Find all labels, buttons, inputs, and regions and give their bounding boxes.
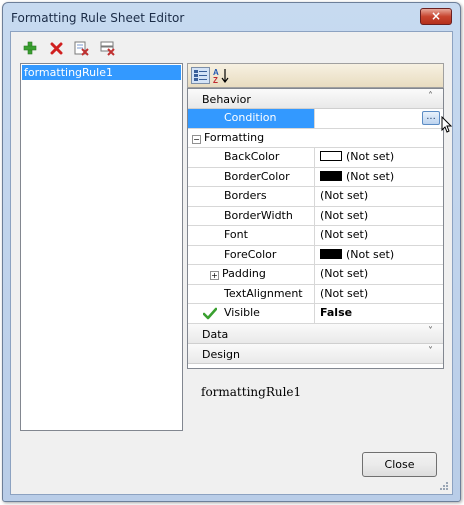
category-label: Behavior bbox=[202, 93, 251, 106]
property-padding[interactable]: + Padding (Not set) bbox=[188, 265, 443, 285]
category-label: Data bbox=[202, 328, 229, 341]
property-name: ForeColor bbox=[188, 245, 315, 264]
property-value[interactable]: (Not set) bbox=[316, 207, 443, 226]
property-borders[interactable]: Borders (Not set) bbox=[188, 187, 443, 207]
delete-list-icon bbox=[74, 41, 89, 56]
chevron-up-icon[interactable]: ˄ bbox=[428, 91, 433, 102]
category-data[interactable]: Data ˅ bbox=[188, 324, 443, 344]
chevron-down-icon[interactable]: ˅ bbox=[428, 326, 433, 337]
property-name: Condition bbox=[188, 109, 315, 128]
property-grid-toolbar: A Z bbox=[187, 63, 444, 88]
title-bar[interactable]: Formatting Rule Sheet Editor × bbox=[3, 3, 460, 31]
alphabetical-view-button[interactable]: A Z bbox=[212, 67, 231, 85]
category-behavior[interactable]: Behavior ˄ bbox=[188, 89, 443, 109]
purge-rules-button[interactable] bbox=[97, 38, 119, 58]
color-swatch bbox=[320, 170, 342, 181]
color-swatch bbox=[320, 151, 342, 161]
category-design[interactable]: Design ˅ bbox=[188, 344, 443, 364]
svg-text:Z: Z bbox=[213, 76, 218, 84]
remove-rule-button[interactable] bbox=[45, 38, 67, 58]
remove-unused-button[interactable] bbox=[71, 38, 93, 58]
property-textalignment[interactable]: TextAlignment (Not set) bbox=[188, 284, 443, 304]
category-label: Design bbox=[202, 348, 240, 361]
chevron-down-icon[interactable]: ˅ bbox=[428, 346, 433, 357]
list-item[interactable]: formattingRule1 bbox=[22, 65, 181, 80]
purge-icon bbox=[100, 41, 115, 56]
resize-grip-icon[interactable] bbox=[439, 481, 449, 491]
rules-toolbar bbox=[19, 38, 119, 58]
expand-icon[interactable]: + bbox=[210, 271, 219, 280]
window-close-button[interactable]: × bbox=[420, 8, 452, 25]
property-value[interactable]: False bbox=[316, 304, 443, 323]
property-value[interactable]: (Not set) bbox=[316, 187, 443, 206]
property-font[interactable]: Font (Not set) bbox=[188, 226, 443, 246]
dialog-client-area: formattingRule1 A Z Behavior ˄ Condition… bbox=[10, 31, 453, 495]
property-bordercolor[interactable]: BorderColor (Not set) bbox=[188, 167, 443, 187]
categorized-view-button[interactable] bbox=[191, 67, 210, 84]
sort-az-icon: A Z bbox=[213, 68, 229, 85]
property-name: + Padding bbox=[188, 265, 315, 284]
property-value[interactable]: (Not set) bbox=[316, 226, 443, 245]
property-backcolor[interactable]: BackColor (Not set) bbox=[188, 148, 443, 168]
color-swatch bbox=[320, 248, 342, 259]
property-name: Borders bbox=[188, 187, 315, 206]
window-title: Formatting Rule Sheet Editor bbox=[11, 11, 185, 25]
property-value[interactable]: (Not set) bbox=[316, 265, 443, 284]
property-borderwidth[interactable]: BorderWidth (Not set) bbox=[188, 206, 443, 226]
x-icon bbox=[50, 42, 62, 54]
property-name: Font bbox=[188, 226, 315, 245]
checkmark-icon bbox=[203, 307, 217, 320]
property-name: BorderWidth bbox=[188, 206, 315, 225]
property-value[interactable]: (Not set) bbox=[316, 246, 443, 265]
add-rule-button[interactable] bbox=[19, 38, 41, 58]
collapse-icon[interactable]: − bbox=[192, 134, 201, 144]
property-condition[interactable]: Condition ... bbox=[188, 109, 453, 133]
property-name: − Formatting bbox=[192, 130, 265, 144]
property-value[interactable]: (Not set) bbox=[316, 285, 443, 304]
property-name: Visible bbox=[188, 304, 315, 323]
ellipsis-button[interactable]: ... bbox=[422, 111, 440, 125]
plus-icon bbox=[23, 41, 37, 55]
property-name: TextAlignment bbox=[188, 284, 315, 303]
property-value[interactable]: (Not set) bbox=[316, 168, 443, 187]
selected-rule-name: formattingRule1 bbox=[201, 385, 302, 399]
rules-list[interactable]: formattingRule1 bbox=[20, 63, 183, 431]
condition-value[interactable]: ... bbox=[316, 109, 453, 133]
property-grid[interactable]: Behavior ˄ Condition ... − Formatting Ba… bbox=[187, 88, 453, 369]
property-forecolor[interactable]: ForeColor (Not set) bbox=[188, 245, 443, 265]
close-button[interactable]: Close bbox=[362, 452, 437, 477]
property-visible[interactable]: Visible False bbox=[188, 304, 443, 324]
property-name: BackColor bbox=[188, 148, 315, 167]
property-value[interactable]: (Not set) bbox=[316, 148, 443, 167]
property-name: BorderColor bbox=[188, 167, 315, 186]
categorized-icon bbox=[194, 70, 207, 81]
editor-window: Formatting Rule Sheet Editor × formattin… bbox=[2, 2, 461, 502]
property-formatting[interactable]: − Formatting bbox=[188, 129, 443, 148]
